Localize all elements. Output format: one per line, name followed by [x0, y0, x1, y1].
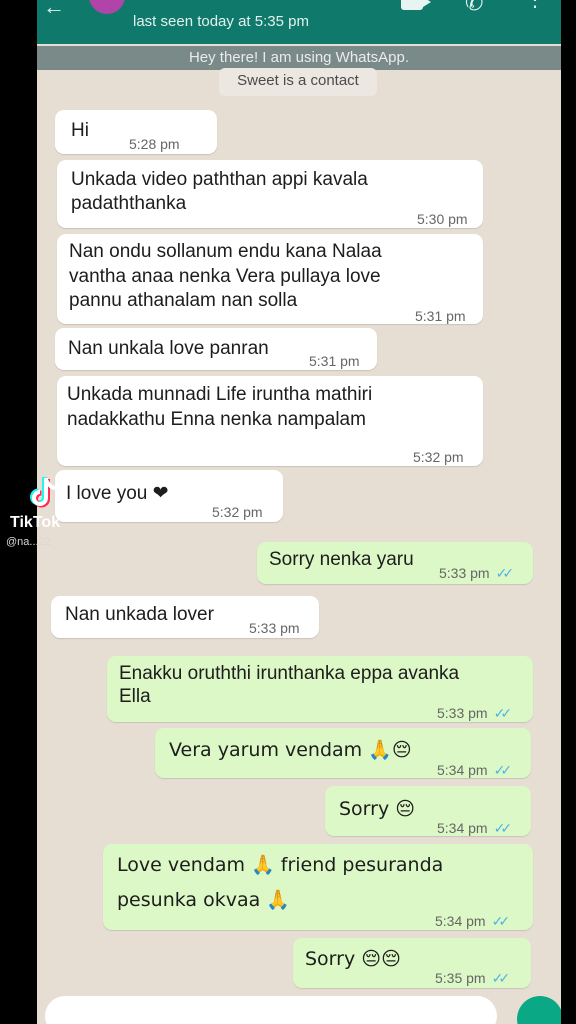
- message-time: 5:31 pm: [415, 308, 466, 324]
- message-bubble-incoming[interactable]: Nan ondu sollanum endu kana Nalaa vantha…: [57, 234, 483, 324]
- message-time: 5:34 pm ✓✓: [435, 909, 511, 933]
- read-receipt-icon: ✓✓: [493, 762, 513, 778]
- message-text: I love you ❤: [66, 483, 169, 504]
- tiktok-username: @na...22: [6, 536, 51, 548]
- message-bubble-incoming[interactable]: I love you ❤ 5:32 pm: [55, 470, 283, 522]
- time-text: 5:34 pm: [435, 913, 486, 929]
- voice-call-icon[interactable]: ✆: [465, 0, 483, 16]
- chat-screen: ← last seen today at 5:35 pm ✆ ⋮ Hey the…: [37, 0, 561, 1024]
- video-call-icon[interactable]: [401, 0, 431, 10]
- message-time: 5:28 pm: [129, 136, 180, 152]
- message-text: Sorry 😔😔: [305, 948, 401, 970]
- contact-status-text: Hey there! I am using WhatsApp.: [37, 46, 561, 70]
- message-text: Vera yarum vendam 🙏😔: [169, 739, 412, 761]
- message-input[interactable]: [45, 996, 497, 1024]
- tiktok-logo-icon: [30, 477, 57, 508]
- time-text: 5:33 pm: [437, 705, 488, 721]
- message-text: Nan unkala love panran: [68, 338, 269, 359]
- read-receipt-icon: ✓✓: [495, 565, 515, 581]
- message-text: nadakkathu Enna nenka nampalam: [67, 409, 366, 430]
- message-time: 5:33 pm: [249, 620, 300, 636]
- message-bubble-outgoing[interactable]: Sorry 😔 5:34 pm ✓✓: [325, 786, 531, 836]
- message-bubble-incoming[interactable]: Nan unkada lover 5:33 pm: [51, 596, 319, 638]
- message-time: 5:32 pm: [413, 449, 464, 465]
- message-time: 5:35 pm ✓✓: [435, 966, 511, 990]
- time-text: 5:33 pm: [439, 565, 490, 581]
- contact-avatar[interactable]: [89, 0, 125, 14]
- message-text: pesunka okvaa 🙏: [117, 889, 290, 911]
- message-bubble-outgoing[interactable]: Love vendam 🙏 friend pesuranda pesunka o…: [103, 844, 533, 930]
- message-time: 5:34 pm ✓✓: [437, 816, 513, 840]
- time-text: 5:34 pm: [437, 762, 488, 778]
- back-arrow-icon[interactable]: ←: [43, 0, 65, 20]
- message-bubble-outgoing[interactable]: Vera yarum vendam 🙏😔 5:34 pm ✓✓: [155, 728, 531, 778]
- read-receipt-icon: ✓✓: [491, 970, 511, 986]
- message-bubble-incoming[interactable]: Unkada munnadi Life iruntha mathiri nada…: [57, 376, 483, 466]
- message-text: Sorry 😔: [339, 798, 416, 820]
- last-seen-status: last seen today at 5:35 pm: [133, 13, 309, 30]
- message-text: Sorry nenka yaru: [269, 549, 414, 570]
- message-text: vantha anaa nenka Vera pullaya love: [69, 266, 381, 287]
- message-text: Nan unkada lover: [65, 604, 214, 625]
- message-bubble-incoming[interactable]: Unkada video paththan appi kavala padath…: [57, 160, 483, 228]
- message-text: padaththanka: [71, 193, 187, 214]
- message-bubble-incoming[interactable]: Nan unkala love panran 5:31 pm: [55, 328, 377, 370]
- message-time: 5:31 pm: [309, 353, 360, 369]
- message-text: Unkada munnadi Life iruntha mathiri: [67, 384, 373, 405]
- message-text: Enakku oruththi irunthanka eppa avanka: [119, 663, 460, 684]
- message-text: Ella: [119, 686, 151, 707]
- contact-notice: Sweet is a contact: [219, 68, 377, 96]
- read-receipt-icon: ✓✓: [493, 705, 513, 721]
- message-time: 5:34 pm ✓✓: [437, 758, 513, 782]
- message-time: 5:33 pm ✓✓: [437, 701, 513, 725]
- message-time: 5:32 pm: [212, 504, 263, 520]
- message-text: Love vendam 🙏 friend pesuranda: [117, 854, 444, 876]
- read-receipt-icon: ✓✓: [491, 913, 511, 929]
- time-text: 5:35 pm: [435, 970, 486, 986]
- message-text: Hi: [71, 120, 89, 141]
- more-options-icon[interactable]: ⋮: [525, 0, 545, 10]
- message-text: Unkada video paththan appi kavala: [71, 169, 368, 190]
- message-bubble-outgoing[interactable]: Enakku oruththi irunthanka eppa avanka E…: [107, 656, 533, 722]
- message-bubble-incoming[interactable]: Hi 5:28 pm: [55, 110, 217, 154]
- message-time: 5:33 pm ✓✓: [439, 561, 515, 585]
- message-bubble-outgoing[interactable]: Sorry 😔😔 5:35 pm ✓✓: [293, 938, 531, 988]
- chat-header: ← last seen today at 5:35 pm ✆ ⋮: [37, 0, 561, 44]
- message-bubble-outgoing[interactable]: Sorry nenka yaru 5:33 pm ✓✓: [257, 542, 533, 584]
- mic-button[interactable]: [517, 996, 561, 1024]
- time-text: 5:34 pm: [437, 820, 488, 836]
- message-text: pannu athanalam nan solla: [69, 290, 298, 311]
- message-time: 5:30 pm: [417, 211, 468, 227]
- read-receipt-icon: ✓✓: [493, 820, 513, 836]
- message-text: Nan ondu sollanum endu kana Nalaa: [69, 241, 382, 262]
- tiktok-brand-text: TikTok: [10, 514, 61, 531]
